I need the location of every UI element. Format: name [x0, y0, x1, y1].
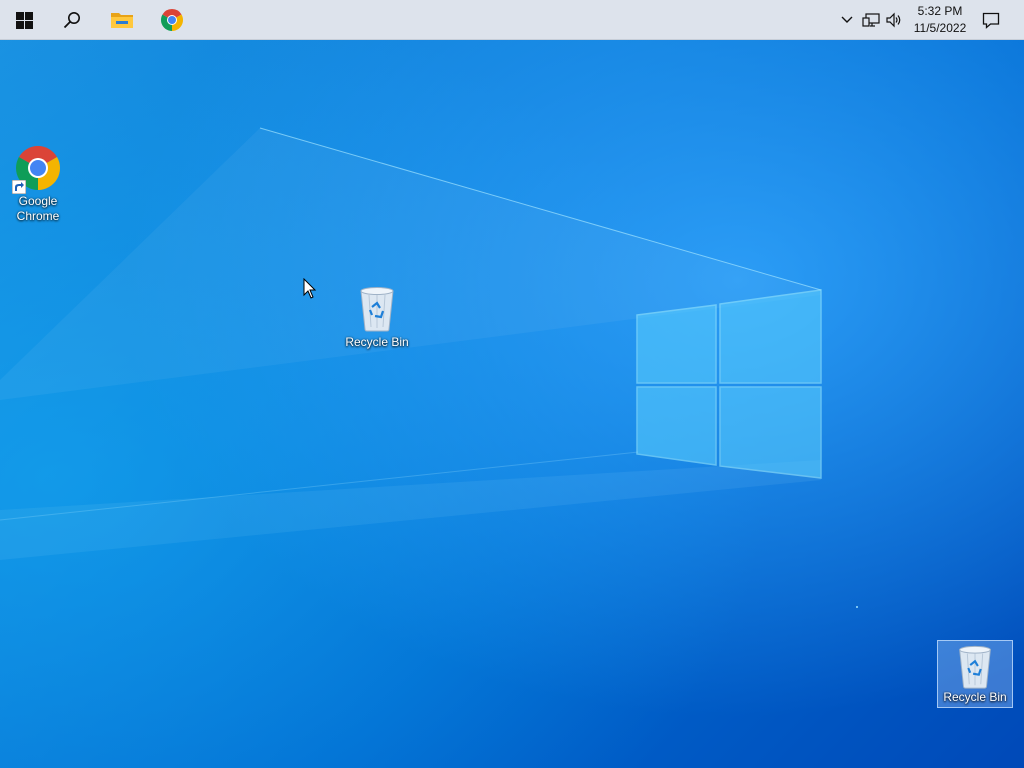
desktop-icon-label: Recycle Bin — [345, 335, 409, 349]
shortcut-arrow-icon — [12, 180, 26, 194]
chrome-label: Google Chrome — [16, 194, 60, 223]
taskbar-file-explorer[interactable] — [98, 0, 146, 40]
clock-time: 5:32 PM — [917, 4, 963, 18]
action-center-button[interactable] — [978, 0, 1004, 40]
desktop-icon-recycle-bin-selected[interactable]: Recycle Bin — [937, 640, 1013, 708]
network-button[interactable] — [860, 0, 882, 40]
recycle-bin-icon — [959, 645, 991, 689]
network-icon — [862, 13, 880, 27]
taskbar-google-chrome[interactable] — [148, 0, 196, 40]
mouse-cursor-icon — [303, 278, 317, 299]
chevron-up-icon — [841, 16, 853, 23]
chrome-icon — [161, 9, 183, 31]
recycle-bin-icon — [360, 287, 394, 332]
notification-icon — [982, 12, 1000, 29]
windows-wallpaper — [0, 40, 1024, 768]
windows-logo-icon — [15, 11, 33, 29]
screen: 5:32 PM 11/5/2022 Google Chrome Recycle … — [0, 0, 1024, 768]
tray-overflow-button[interactable] — [838, 0, 856, 40]
clock[interactable]: 5:32 PM 11/5/2022 — [904, 3, 976, 37]
desktop-icon-recycle-bin[interactable]: Recycle Bin — [341, 285, 413, 350]
search-button[interactable] — [48, 0, 96, 40]
volume-icon — [886, 12, 901, 28]
desktop-icon-google-chrome[interactable]: Google Chrome — [2, 144, 74, 224]
clock-date: 11/5/2022 — [913, 21, 967, 35]
volume-button[interactable] — [884, 0, 904, 40]
folder-icon — [111, 13, 133, 28]
taskbar: 5:32 PM 11/5/2022 — [0, 0, 1024, 40]
search-icon — [63, 12, 80, 29]
start-button[interactable] — [0, 0, 48, 40]
desktop[interactable]: Google Chrome Recycle Bin Recycle Bin — [0, 40, 1024, 768]
desktop-icon-label: Recycle Bin — [943, 690, 1007, 704]
desktop-icon-label: Google Chrome — [17, 194, 60, 224]
